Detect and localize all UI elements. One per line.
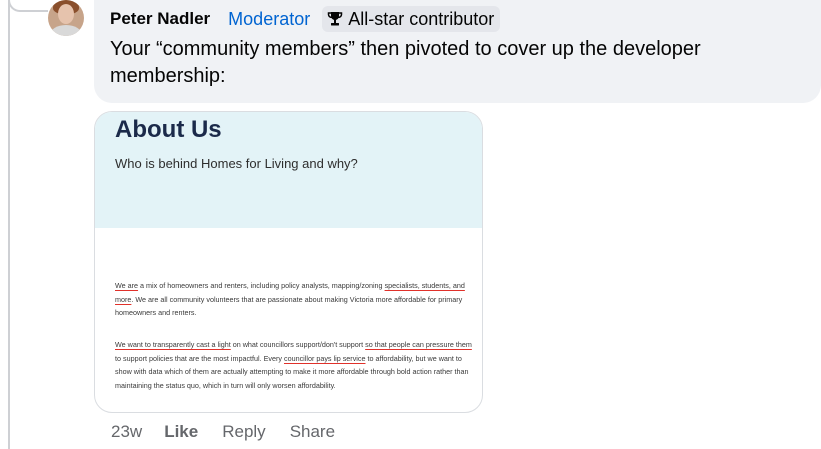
timestamp-link[interactable]: 23w [111,422,142,442]
comment-text: Your “community members” then pivoted to… [110,38,701,87]
comment-header: Peter Nadler Moderator All-star contribu… [110,6,805,32]
author-name[interactable]: Peter Nadler [110,9,210,29]
like-button[interactable]: Like [164,422,198,442]
image-paragraph-1: We are a mix of homeowners and renters, … [115,281,465,317]
badge-label: All-star contributor [348,8,495,29]
reply-button[interactable]: Reply [222,422,265,442]
share-button[interactable]: Share [290,422,335,442]
comment-actions: 23w Like Reply Share [111,422,359,442]
trophy-icon [327,12,343,26]
comment-bubble: Peter Nadler Moderator All-star contribu… [94,0,821,103]
image-header-panel: About Us Who is behind Homes for Living … [95,112,482,228]
image-title: About Us [115,116,222,143]
thread-branch [8,0,48,12]
contributor-badge[interactable]: All-star contributor [322,6,501,32]
thread-line [8,0,10,449]
image-subtitle: Who is behind Homes for Living and why? [115,156,358,171]
image-paragraph-2: We want to transparently cast a light on… [115,340,472,390]
attached-image[interactable]: About Us Who is behind Homes for Living … [94,111,483,413]
moderator-label[interactable]: Moderator [228,9,310,30]
avatar[interactable] [48,0,84,36]
